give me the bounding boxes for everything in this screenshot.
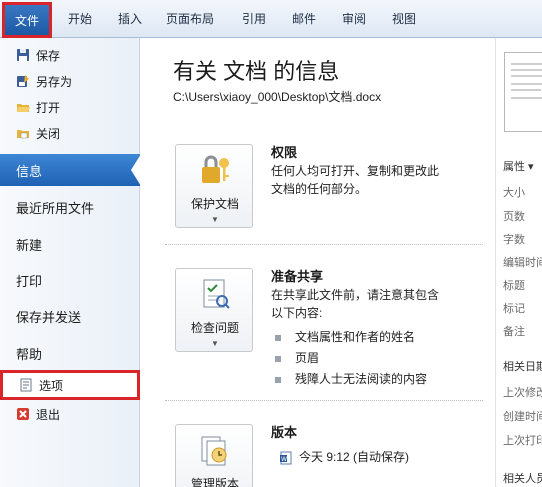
close-folder-icon (16, 126, 30, 140)
manage-versions-icon (198, 433, 232, 467)
tab-review[interactable]: 审阅 (342, 10, 366, 27)
save-as-label: 另存为 (36, 74, 73, 89)
related-people-heading: 相关人员 (503, 473, 542, 485)
section-help[interactable]: 帮助 (0, 337, 140, 369)
document-path: C:\Users\xiaoy_000\Desktop\文档.docx (173, 90, 382, 104)
list-item-label: 页眉 (295, 351, 320, 365)
page-title: 有关 文档 的信息 (173, 59, 340, 84)
version-entry[interactable]: W 今天 9:12 (自动保存) (279, 448, 409, 465)
info-panel: 有关 文档 的信息 C:\Users\xiaoy_000\Desktop\文档.… (141, 38, 495, 487)
list-item: 文档属性和作者的姓名 (275, 328, 415, 345)
divider (165, 244, 483, 245)
property-title: 标题 (503, 280, 525, 292)
list-item-label: 残障人士无法阅读的内容 (295, 372, 428, 386)
date-created: 创建时间 (503, 411, 542, 423)
tab-view[interactable]: 视图 (392, 10, 416, 27)
save-as-icon (16, 74, 30, 88)
open-folder-icon (16, 100, 30, 114)
list-item: 残障人士无法阅读的内容 (275, 370, 427, 387)
section-print[interactable]: 打印 (0, 264, 140, 296)
save-icon (16, 48, 30, 62)
section-info[interactable]: 信息 (0, 154, 141, 186)
section-save-send[interactable]: 保存并发送 (0, 300, 140, 332)
tab-page-layout[interactable]: 页面布局 (166, 10, 214, 27)
permissions-heading: 权限 (271, 145, 298, 160)
property-edit-time: 编辑时间 (503, 257, 542, 269)
property-comments: 备注 (503, 326, 525, 338)
bullet-icon (275, 376, 281, 383)
property-size: 大小 (503, 187, 525, 199)
date-last-printed: 上次打印 (503, 435, 542, 447)
options-icon (19, 378, 33, 392)
manage-versions-button[interactable]: 管理版本 (175, 424, 253, 487)
list-item: 页眉 (275, 349, 319, 366)
options-button[interactable]: 选项 (0, 370, 140, 400)
options-label: 选项 (39, 378, 64, 393)
check-issues-button[interactable]: 检查问题 ▼ (175, 268, 253, 352)
protect-document-label: 保护文档 (190, 197, 239, 211)
check-issues-label: 检查问题 (190, 321, 239, 335)
divider (165, 400, 483, 401)
inspect-document-icon (198, 277, 232, 311)
versions-heading: 版本 (271, 425, 298, 440)
prepare-sharing-heading: 准备共享 (271, 269, 324, 284)
exit-icon (16, 407, 30, 421)
exit-label: 退出 (36, 407, 61, 422)
prepare-sharing-description: 在共享此文件前，请注意其包含以下内容: (271, 288, 440, 320)
svg-text:W: W (281, 456, 287, 463)
ribbon-tab-bar: 文件 开始 插入 页面布局 引用 邮件 审阅 视图 (0, 0, 542, 38)
properties-dropdown[interactable]: 属性 ▾ (503, 158, 534, 174)
close-label: 关闭 (36, 126, 61, 141)
open-button[interactable]: 打开 (0, 96, 138, 118)
version-entry-label: 今天 9:12 (自动保存) (299, 450, 410, 464)
date-last-modified: 上次修改 (503, 387, 542, 399)
related-dates-heading: 相关日期 (503, 361, 542, 373)
tab-mailings[interactable]: 邮件 (292, 10, 316, 27)
save-as-button[interactable]: 另存为 (0, 70, 138, 92)
list-item-label: 文档属性和作者的姓名 (295, 330, 416, 344)
permissions-description: 任何人均可打开、复制和更改此文档的任何部分。 (271, 164, 440, 196)
protect-document-button[interactable]: 保护文档 ▼ (175, 144, 253, 228)
property-words: 字数 (503, 234, 525, 246)
tab-file[interactable]: 文件 (2, 2, 52, 38)
close-button[interactable]: 关闭 (0, 122, 138, 144)
backstage-menu: 保存 另存为 打开 关闭 信息 最近所用文件 新建 打印 保存并发送 帮助 选项… (0, 38, 141, 487)
tab-home[interactable]: 开始 (68, 10, 92, 27)
manage-versions-label: 管理版本 (190, 477, 239, 487)
tab-insert[interactable]: 插入 (118, 10, 142, 27)
save-label: 保存 (36, 48, 61, 63)
open-label: 打开 (36, 100, 61, 115)
document-thumbnail[interactable] (504, 52, 542, 132)
save-button[interactable]: 保存 (0, 44, 138, 66)
tab-references[interactable]: 引用 (242, 10, 266, 27)
lock-key-icon (198, 153, 232, 187)
bullet-icon (275, 355, 281, 362)
property-pages: 页数 (503, 211, 525, 223)
bullet-icon (275, 334, 281, 341)
dropdown-caret-icon: ▼ (211, 215, 219, 224)
dropdown-caret-icon: ▼ (211, 339, 219, 348)
word-document-icon: W (279, 451, 293, 465)
property-tags: 标记 (503, 303, 525, 315)
section-recent[interactable]: 最近所用文件 (0, 191, 140, 223)
properties-panel: 属性 ▾ 大小 页数 字数 编辑时间 标题 标记 备注 相关日期 上次修改 创建… (495, 38, 542, 487)
section-new[interactable]: 新建 (0, 228, 140, 260)
exit-button[interactable]: 退出 (0, 403, 138, 425)
